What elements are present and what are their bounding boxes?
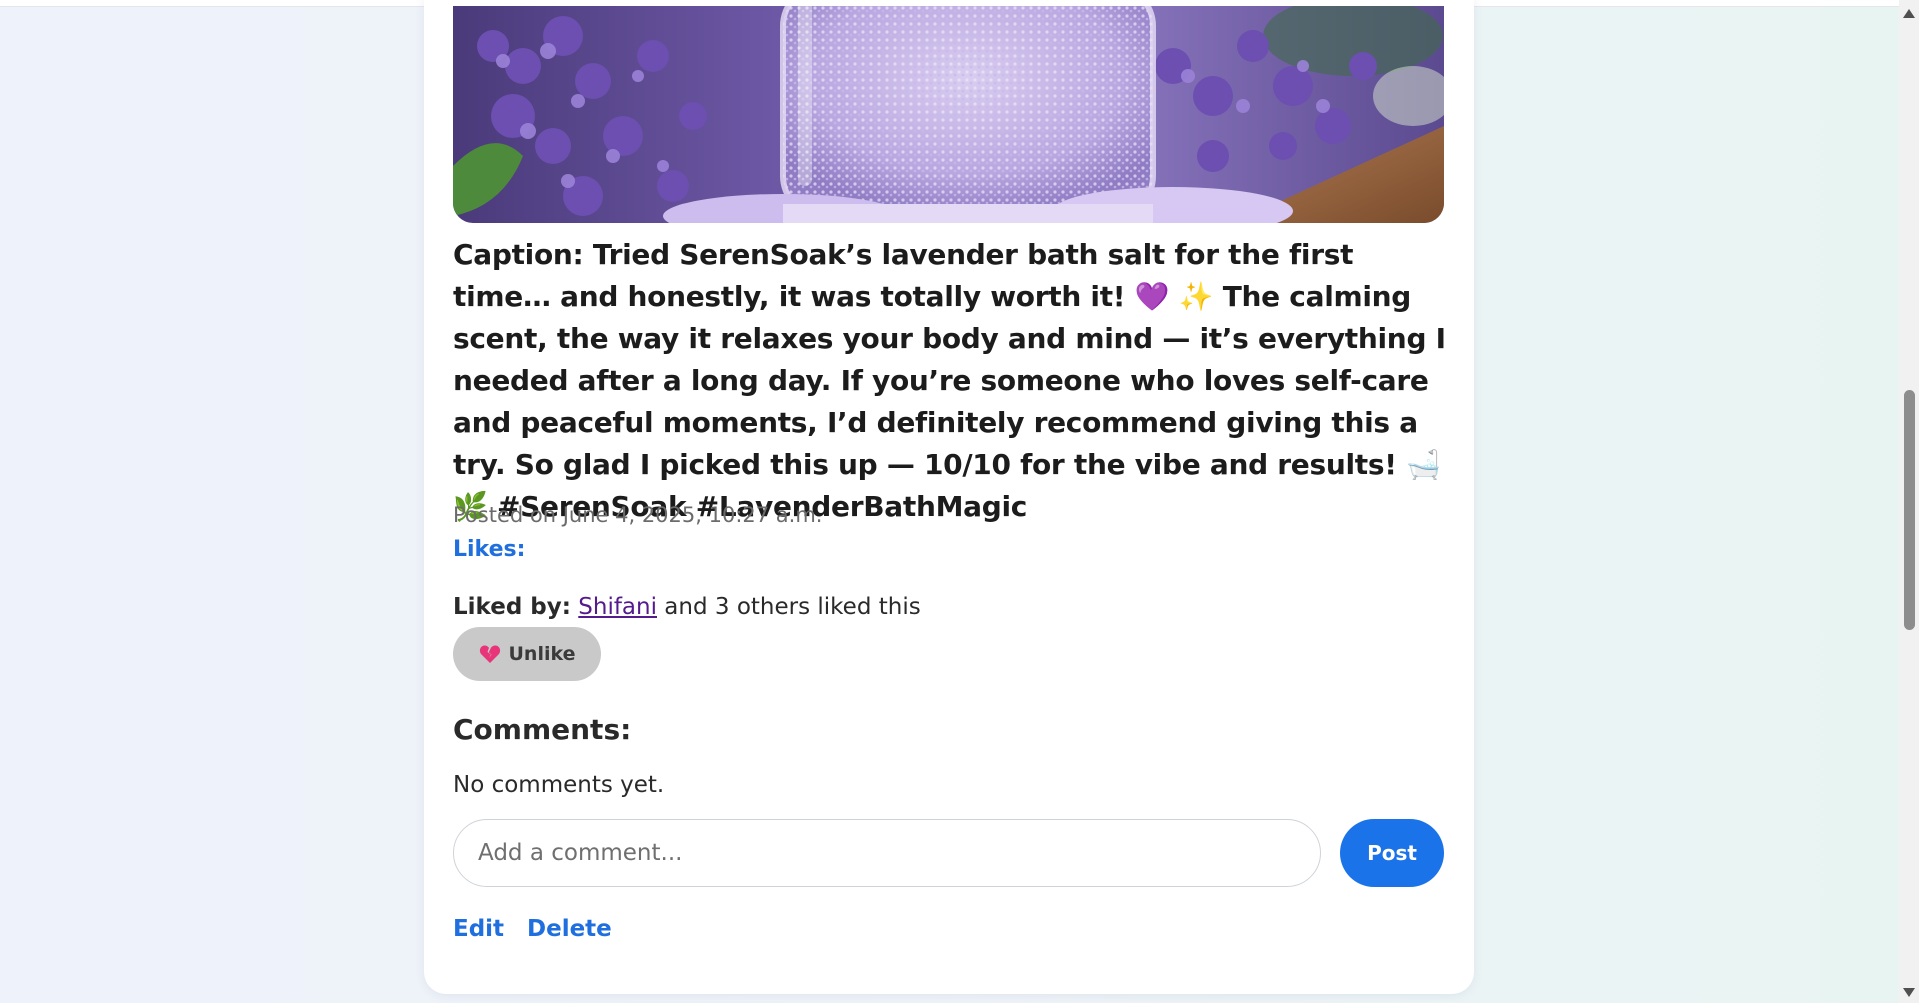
- scroll-up-arrow-icon[interactable]: [1903, 9, 1915, 18]
- post-timestamp: Posted on June 4, 2025, 10:27 a.m.: [453, 503, 823, 527]
- scroll-down-arrow-icon[interactable]: [1903, 988, 1915, 997]
- unlike-label: Unlike: [508, 643, 576, 665]
- liked-by-user-link[interactable]: Shifani: [578, 594, 657, 620]
- delete-post-link[interactable]: Delete: [527, 916, 612, 942]
- broken-heart-icon: [479, 644, 501, 664]
- no-comments-text: No comments yet.: [453, 772, 665, 798]
- post-card: Caption: Tried SerenSoak’s lavender bath…: [424, 0, 1474, 994]
- post-comment-button[interactable]: Post: [1340, 819, 1444, 887]
- unlike-button[interactable]: Unlike: [453, 627, 601, 681]
- page-scrollbar[interactable]: [1899, 0, 1919, 1003]
- scrollbar-thumb[interactable]: [1904, 390, 1915, 630]
- liked-by-line: Liked by: Shifani and 3 others liked thi…: [453, 594, 921, 620]
- liked-by-label: Liked by:: [453, 594, 571, 620]
- liked-by-suffix: and 3 others liked this: [657, 594, 921, 620]
- likes-label[interactable]: Likes:: [453, 537, 525, 562]
- comments-heading: Comments:: [453, 713, 632, 746]
- post-image: [453, 6, 1444, 223]
- comment-input[interactable]: [453, 819, 1321, 887]
- edit-post-link[interactable]: Edit: [453, 916, 504, 942]
- post-caption: Caption: Tried SerenSoak’s lavender bath…: [453, 238, 1446, 523]
